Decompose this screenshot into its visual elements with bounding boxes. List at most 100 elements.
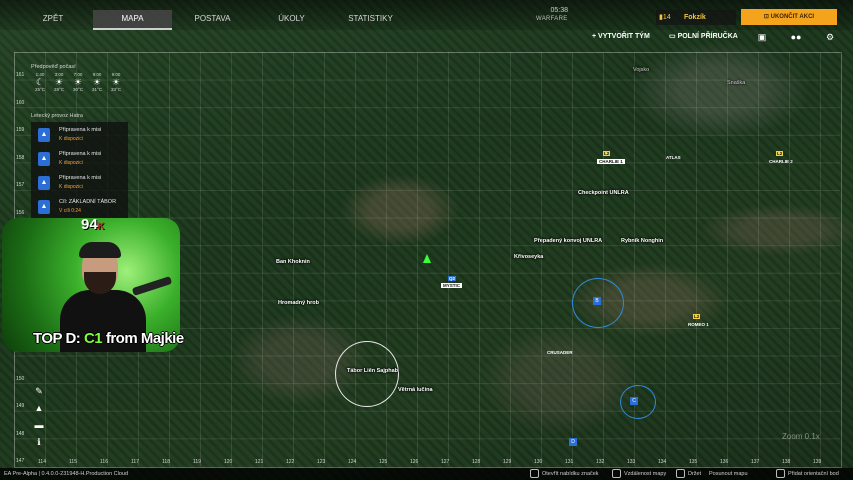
- grid-col-label: 128: [472, 459, 481, 465]
- stream-caption: TOP D: C1 from Majkie: [33, 330, 184, 347]
- grid-col-label: 121: [255, 459, 264, 465]
- place-krivosejka: Křivoseyka: [514, 254, 544, 260]
- grid-col-label: 125: [379, 459, 388, 465]
- mission-status: K dispozici: [59, 136, 83, 142]
- mission-item[interactable]: ▲ Připravena k misi K dispozici: [31, 148, 128, 170]
- mouse-icon: [612, 469, 621, 479]
- place-snaska: Snaška: [727, 80, 746, 86]
- air-traffic-panel: ▲ Připravena k misi K dispozici ▲ Připravena…: [31, 122, 128, 220]
- grid-col-labels: 114 115 116 117 118 119 120 121 122 123 124 125 126 1…: [14, 458, 840, 467]
- player-name: Fokzík: [684, 14, 706, 21]
- weather-hour: 9:00 ☀ 33°C: [107, 72, 125, 92]
- grid-col-label: 116: [100, 459, 108, 465]
- create-team-button[interactable]: + VYTVOŘIT TÝM: [592, 32, 650, 42]
- hint-hold: Držet: [676, 468, 701, 480]
- marker-mystic[interactable]: MYSTIC: [441, 283, 463, 288]
- hint-add-waypoint: Přidat orientační bod: [776, 468, 839, 480]
- mouse-icon: [530, 469, 539, 479]
- marker-romeo1[interactable]: ROMEO 1: [686, 322, 711, 327]
- mouse-icon: [776, 469, 785, 479]
- mouse-icon: [676, 469, 685, 479]
- game-mode: WARFARE: [536, 16, 568, 22]
- grid-col-label: 127: [441, 459, 450, 465]
- mission-item[interactable]: ▲ Připravena k misi K dispozici: [31, 124, 128, 146]
- place-mass-grave: Hromadný hrob: [278, 300, 319, 306]
- grid-col-label: 126: [410, 459, 419, 465]
- place-fishery: Rybník Nonghin: [621, 238, 664, 244]
- weather-temp: 28°C: [53, 87, 65, 92]
- helicopter-icon: ▲: [38, 176, 50, 190]
- grid-col-label: 136: [720, 459, 729, 465]
- stream-score: 94K: [81, 216, 105, 233]
- marker-crusader[interactable]: CRUSADER: [545, 350, 575, 355]
- place-convoy: Přepadený konvoj UNLRA: [534, 238, 603, 244]
- grid-row-label: 160: [16, 99, 25, 106]
- grid-col-label: 133: [627, 459, 636, 465]
- marker-charlie1[interactable]: CHARLIE 1: [597, 159, 625, 164]
- grid-col-label: 135: [689, 459, 698, 465]
- grid-row-label: 161: [16, 72, 25, 78]
- grid-col-label: 130: [534, 459, 543, 465]
- objective-marker[interactable]: C: [630, 397, 638, 405]
- tab-statistics[interactable]: STATISTIKY: [333, 10, 408, 28]
- map-tools: ✎ ▲ ▬ ℹ: [31, 384, 47, 452]
- field-manual-button[interactable]: ▭ POLNÍ PŘÍRUČKA: [669, 32, 738, 42]
- grid-col-label: 139: [813, 459, 822, 465]
- end-action-button[interactable]: ⊡ UKONČIT AKCI: [741, 9, 837, 25]
- bottom-bar: EA Pre-Alpha | 0.4.0.0-231948-H.Producti…: [0, 468, 853, 480]
- weather-hour: 1:40 ☾ 25°C: [31, 72, 49, 92]
- weather-temp: 25°C: [34, 87, 46, 92]
- player-level: ▮14: [659, 14, 671, 21]
- grid-col-label: 138: [782, 459, 791, 465]
- group-icon[interactable]: ●●: [789, 31, 803, 43]
- hint-pan-map: Posunout mapu: [709, 471, 748, 477]
- tab-tasks[interactable]: ÚKOLY: [254, 10, 329, 28]
- place-checkpoint: Checkpoint UNLRA: [578, 190, 629, 196]
- mission-item[interactable]: ▲ Připravena k misi K dispozici: [31, 172, 128, 194]
- back-button[interactable]: ZPĚT: [30, 10, 76, 28]
- tag-romeo1: L2: [693, 314, 701, 319]
- camp-zone: [335, 341, 399, 407]
- tag-charlie2: L2: [776, 151, 784, 156]
- place-camp: Tábor Liên Sajphab: [347, 368, 399, 374]
- triangle-icon[interactable]: ▲: [31, 401, 47, 415]
- grid-col-label: 137: [751, 459, 760, 465]
- zoom-level: Zoom 0.1x: [782, 432, 820, 441]
- grid-row-label: 149: [16, 403, 25, 410]
- map-screen: 1611601591581571561551541531521511501491…: [0, 0, 853, 480]
- helicopter-icon: ▲: [38, 152, 50, 166]
- top-bar: ZPĚT MAPA POSTAVA ÚKOLY STATISTIKY 05:38…: [0, 0, 853, 30]
- grid-col-label: 115: [69, 459, 77, 465]
- grid-row-label: 150: [16, 375, 25, 382]
- info-icon[interactable]: ℹ: [31, 435, 47, 449]
- tab-map[interactable]: MAPA: [93, 10, 172, 30]
- place-vojsko: Vojsko: [633, 67, 650, 73]
- grid-col-label: 129: [503, 459, 512, 465]
- book-icon: ▭: [669, 33, 678, 40]
- mission-title: Připravena k misi: [59, 175, 102, 181]
- weather-temp: 33°C: [110, 87, 122, 92]
- grid-col-label: 124: [348, 459, 357, 465]
- weather-hour: 7:00 ☀ 30°C: [69, 72, 87, 92]
- grid-col-label: 122: [286, 459, 295, 465]
- chat-icon[interactable]: ▣: [755, 31, 769, 43]
- mission-item[interactable]: ▲ Cíl: ZÁKLADNÍ TÁBOR V cíli 0:24: [31, 196, 128, 218]
- build-version: EA Pre-Alpha | 0.4.0.0-231948-H.Producti…: [4, 471, 129, 477]
- pencil-icon[interactable]: ✎: [31, 384, 47, 398]
- tab-character[interactable]: POSTAVA: [175, 10, 250, 28]
- mission-title: Cíl: ZÁKLADNÍ TÁBOR: [59, 199, 117, 205]
- weather-forecast: 1:40 ☾ 25°C 3:00 ☀ 28°C 7:00 ☀ 30°C 9:00 ☀ 31°C 9:00…: [31, 72, 127, 102]
- sun-icon: ☀: [73, 77, 83, 87]
- grid-row-label: 157: [16, 182, 25, 189]
- marker-charlie2[interactable]: CHARLIE 2: [767, 159, 795, 164]
- grid-col-label: 118: [162, 459, 170, 465]
- settings-icon[interactable]: ⚙: [823, 31, 837, 43]
- objective-marker[interactable]: D: [569, 438, 577, 446]
- place-vetrna: Větrná lučina: [398, 387, 433, 393]
- sun-icon: ☀: [92, 77, 102, 87]
- objective-marker[interactable]: B: [593, 297, 601, 305]
- weather-hour: 9:00 ☀ 31°C: [88, 72, 106, 92]
- tag-mystic: Q2: [448, 276, 457, 281]
- marker-atlas[interactable]: ATLAS: [664, 155, 683, 160]
- ruler-icon[interactable]: ▬: [31, 418, 47, 432]
